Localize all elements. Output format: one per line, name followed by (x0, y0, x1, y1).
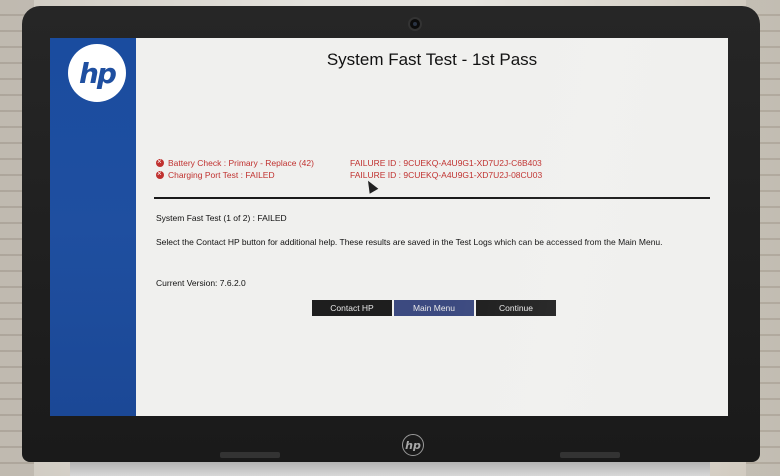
hinge-right (560, 452, 620, 458)
contact-hp-button[interactable]: Contact HP (312, 300, 392, 316)
failure-id: FAILURE ID : 9CUEKQ-A4U9G1-XD7U2J-C6B403 (350, 158, 542, 168)
hp-logo: hp (68, 44, 126, 102)
webcam-icon (408, 17, 422, 31)
test-summary: System Fast Test (1 of 2) : FAILED (156, 213, 287, 223)
failure-row: Battery Check : Primary - Replace (42) F… (156, 156, 542, 168)
main-menu-button[interactable]: Main Menu (394, 300, 474, 316)
hinge-left (220, 452, 280, 458)
mouse-cursor-icon (363, 178, 379, 194)
side-panel: hp (50, 38, 136, 416)
webcam-lens (413, 22, 417, 26)
failure-row: Charging Port Test : FAILED FAILURE ID :… (156, 168, 542, 180)
content-area: System Fast Test - 1st Pass Battery Chec… (136, 38, 728, 416)
continue-button[interactable]: Continue (476, 300, 556, 316)
error-icon (156, 168, 164, 180)
page-title: System Fast Test - 1st Pass (326, 50, 538, 69)
failure-label: Charging Port Test : FAILED (168, 170, 275, 180)
help-text: Select the Contact HP button for additio… (156, 237, 663, 247)
version-label: Current Version: 7.6.2.0 (156, 278, 246, 288)
error-icon (156, 156, 164, 168)
failure-label: Battery Check : Primary - Replace (42) (168, 158, 314, 168)
hp-logo-text: hp (79, 56, 117, 90)
divider (154, 197, 710, 199)
bezel-hp-logo: hp (402, 434, 424, 456)
failure-id: FAILURE ID : 9CUEKQ-A4U9G1-XD7U2J-08CU03 (350, 170, 543, 180)
diagnostics-screen: hp System Fast Test - 1st Pass Battery C… (50, 38, 728, 416)
